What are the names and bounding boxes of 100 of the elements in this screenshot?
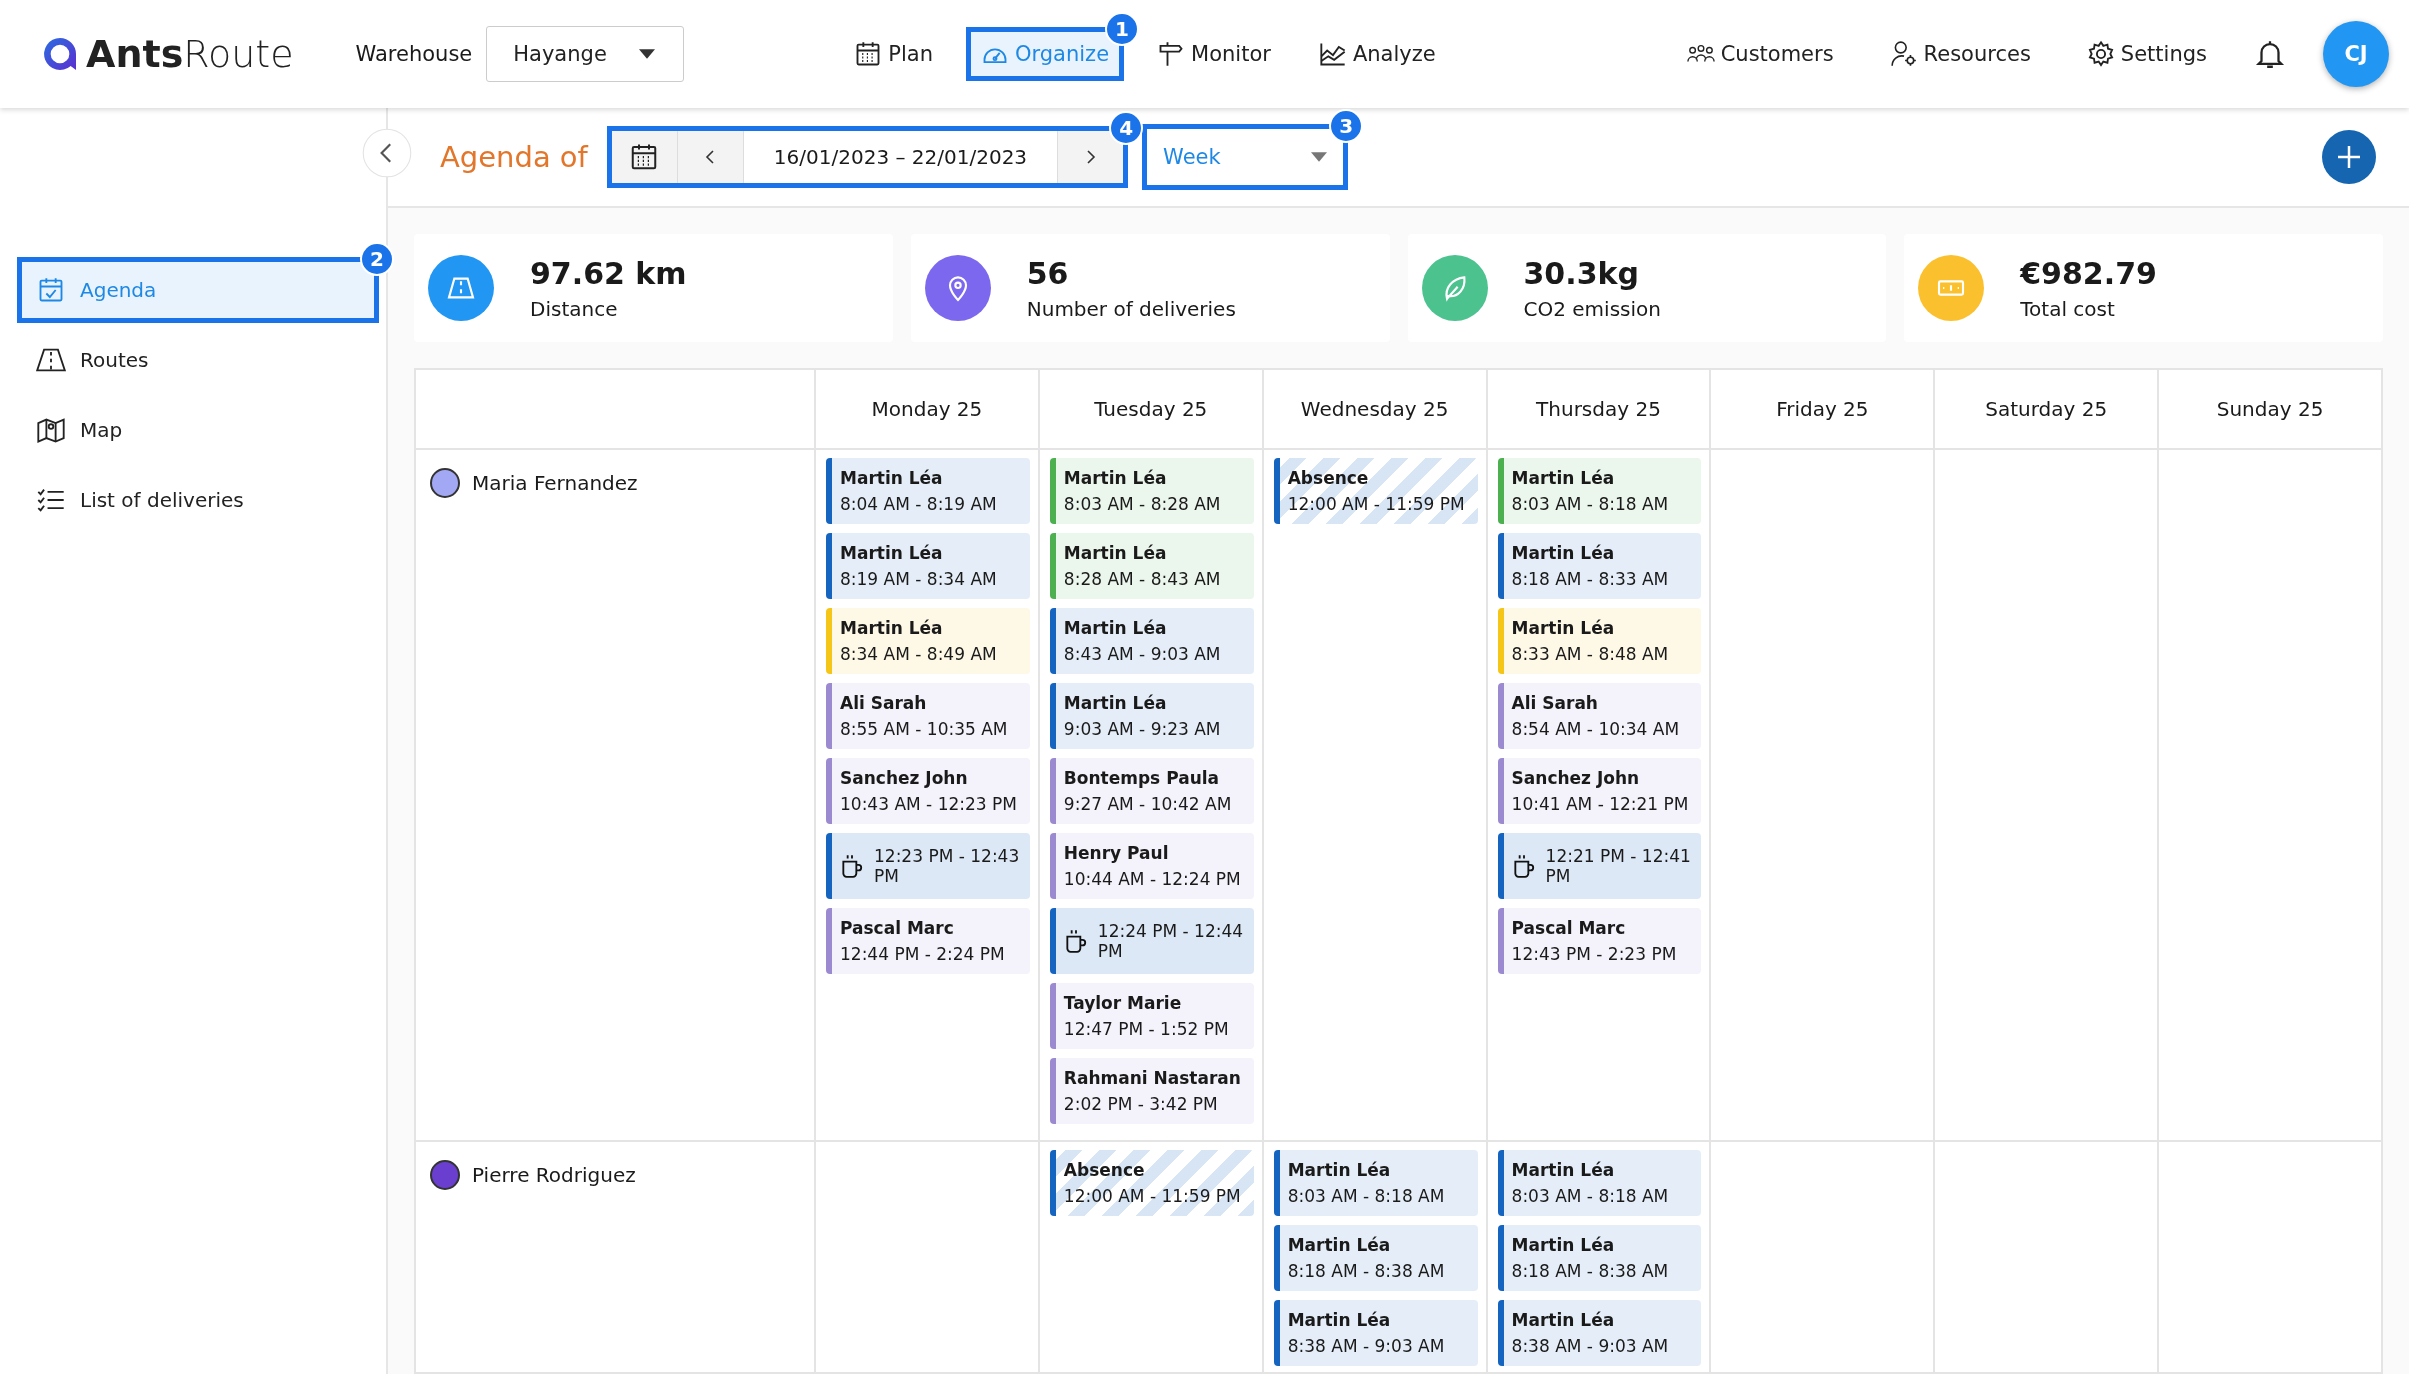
- delivery-event[interactable]: Martin Léa 8:19 AM - 8:34 AM: [826, 533, 1030, 599]
- delivery-event[interactable]: Pascal Marc 12:44 PM - 2:24 PM: [826, 908, 1030, 974]
- delivery-event[interactable]: Martin Léa 9:03 AM - 9:23 AM: [1049, 683, 1254, 749]
- resource-name: Maria Fernandez: [472, 470, 638, 497]
- nav-link[interactable]: Resources: [1879, 32, 2041, 76]
- delivery-event[interactable]: Rahmani Nastaran 2:02 PM - 3:42 PM: [1049, 1058, 1254, 1124]
- customer-name: Martin Léa: [840, 543, 944, 563]
- delivery-event[interactable]: Sanchez John 10:41 AM - 12:21 PM: [1497, 758, 1702, 824]
- day-header: Tuesday 25: [1094, 397, 1208, 421]
- customer-name: Martin Léa: [1063, 693, 1168, 713]
- delivery-event[interactable]: Martin Léa 8:38 AM - 9:03 AM: [1497, 1300, 1702, 1366]
- person-gear-icon: [1889, 40, 1918, 68]
- chevron-right-icon: [1085, 149, 1096, 165]
- customer-name: Ali Sarah: [1511, 693, 1599, 713]
- delivery-event[interactable]: Martin Léa 8:03 AM - 8:18 AM: [1497, 1150, 1702, 1216]
- customer-name: Pascal Marc: [1511, 918, 1627, 938]
- day-header: Sunday 25: [2216, 397, 2324, 421]
- delivery-event[interactable]: Martin Léa 8:18 AM - 8:33 AM: [1497, 533, 1702, 599]
- customer-name: Martin Léa: [1511, 1235, 1616, 1255]
- sidebar-item[interactable]: Map: [22, 402, 374, 458]
- absence-label: Absence: [1287, 468, 1370, 488]
- sidebar-item[interactable]: Routes: [22, 332, 374, 388]
- delivery-event[interactable]: Henry Paul 10:44 AM - 12:24 PM: [1049, 833, 1254, 899]
- event-time: 8:04 AM - 8:19 AM: [840, 494, 998, 514]
- delivery-event[interactable]: Martin Léa 8:28 AM - 8:43 AM: [1049, 533, 1254, 599]
- chevron-left-icon: [705, 149, 716, 165]
- warehouse-dropdown[interactable]: Hayange: [486, 26, 685, 82]
- customer-name: Henry Paul: [1063, 843, 1170, 863]
- delivery-event[interactable]: Pascal Marc 12:43 PM - 2:23 PM: [1497, 908, 1702, 974]
- delivery-event[interactable]: Bontemps Paula 9:27 AM - 10:42 AM: [1049, 758, 1254, 824]
- event-time: 8:18 AM - 8:38 AM: [1511, 1261, 1670, 1281]
- stat-label: Number of deliveries: [1026, 296, 1236, 321]
- event-time: 12:43 PM - 2:23 PM: [1511, 944, 1678, 964]
- absence-event[interactable]: Absence 12:00 AM - 11:59 PM: [1049, 1150, 1254, 1216]
- delivery-event[interactable]: Martin Léa 8:18 AM - 8:38 AM: [1273, 1225, 1478, 1291]
- delivery-event[interactable]: Martin Léa 8:43 AM - 9:03 AM: [1049, 608, 1254, 674]
- nav-link[interactable]: Settings: [2076, 32, 2217, 76]
- customer-name: Ali Sarah: [840, 693, 928, 713]
- customer-name: Martin Léa: [1287, 1310, 1392, 1330]
- event-time: 8:18 AM - 8:38 AM: [1287, 1261, 1446, 1281]
- checklist-icon: [36, 486, 66, 514]
- stat-value: 97.62 km: [530, 255, 687, 291]
- sidebar-item[interactable]: List of deliveries: [22, 472, 374, 528]
- agenda-title: Agenda of: [440, 140, 588, 174]
- caret-icon: [1311, 152, 1328, 162]
- event-time: 8:34 AM - 8:49 AM: [840, 644, 998, 664]
- nav-tab[interactable]: Monitor: [1147, 32, 1281, 76]
- event-time: 8:18 AM - 8:33 AM: [1511, 569, 1670, 589]
- event-time: 8:55 AM - 10:35 AM: [840, 719, 1009, 739]
- customer-name: Martin Léa: [840, 468, 944, 488]
- nav-link[interactable]: Customers: [1676, 32, 1844, 76]
- event-time: 12:24 PM - 12:44 PM: [1097, 921, 1245, 961]
- delivery-event[interactable]: Martin Léa 8:04 AM - 8:19 AM: [826, 458, 1030, 524]
- break-event[interactable]: 12:21 PM - 12:41 PM: [1497, 833, 1702, 899]
- day-header: Wednesday 25: [1300, 397, 1449, 421]
- caret-icon: [639, 49, 656, 59]
- event-time: 9:03 AM - 9:23 AM: [1063, 719, 1222, 739]
- day-header: Saturday 25: [1985, 397, 2108, 421]
- delivery-event[interactable]: Ali Sarah 8:55 AM - 10:35 AM: [826, 683, 1030, 749]
- event-time: 12:47 PM - 1:52 PM: [1063, 1019, 1230, 1039]
- day-header: Monday 25: [871, 397, 983, 421]
- nav-tab[interactable]: Plan: [844, 32, 943, 76]
- step-badge: 4: [1109, 111, 1144, 145]
- event-time: 9:27 AM - 10:42 AM: [1063, 794, 1233, 814]
- break-event[interactable]: 12:23 PM - 12:43 PM: [826, 833, 1030, 899]
- coffee-cup-icon: [1511, 853, 1536, 879]
- stat-value: 30.3kg: [1523, 255, 1640, 291]
- event-time: 8:38 AM - 9:03 AM: [1287, 1336, 1446, 1356]
- delivery-event[interactable]: Martin Léa 8:03 AM - 8:18 AM: [1497, 458, 1702, 524]
- break-event[interactable]: 12:24 PM - 12:44 PM: [1049, 908, 1254, 974]
- customer-name: Sanchez John: [840, 768, 969, 788]
- event-time: 10:44 AM - 12:24 PM: [1063, 869, 1242, 889]
- date-range[interactable]: 16/01/2023 – 22/01/2023: [743, 131, 1058, 183]
- map-icon: [36, 416, 66, 444]
- customer-name: Bontemps Paula: [1063, 768, 1221, 788]
- coffee-cup-icon: [840, 853, 864, 879]
- event-time: 10:41 AM - 12:21 PM: [1511, 794, 1690, 814]
- delivery-event[interactable]: Sanchez John 10:43 AM - 12:23 PM: [826, 758, 1030, 824]
- delivery-event[interactable]: Martin Léa 8:33 AM - 8:48 AM: [1497, 608, 1702, 674]
- add-button[interactable]: [2321, 129, 2377, 185]
- absence-event[interactable]: Absence 12:00 AM - 11:59 PM: [1273, 458, 1478, 524]
- delivery-event[interactable]: Martin Léa 8:38 AM - 9:03 AM: [1273, 1300, 1478, 1366]
- event-time: 8:03 AM - 8:18 AM: [1511, 1186, 1670, 1206]
- nav-tab[interactable]: Analyze: [1308, 32, 1446, 76]
- stat-label: Distance: [530, 296, 619, 321]
- customer-name: Martin Léa: [1063, 618, 1168, 638]
- customer-name: Martin Léa: [1287, 1235, 1392, 1255]
- delivery-event[interactable]: Martin Léa 8:18 AM - 8:38 AM: [1497, 1225, 1702, 1291]
- event-time: 8:43 AM - 9:03 AM: [1063, 644, 1222, 664]
- event-time: 12:21 PM - 12:41 PM: [1545, 846, 1692, 886]
- delivery-event[interactable]: Martin Léa 8:03 AM - 8:28 AM: [1049, 458, 1254, 524]
- event-time: 8:03 AM - 8:28 AM: [1063, 494, 1222, 514]
- delivery-event[interactable]: Ali Sarah 8:54 AM - 10:34 AM: [1497, 683, 1702, 749]
- day-header: Friday 25: [1776, 397, 1869, 421]
- delivery-event[interactable]: Taylor Marie 12:47 PM - 1:52 PM: [1049, 983, 1254, 1049]
- customer-name: Pascal Marc: [840, 918, 955, 938]
- delivery-event[interactable]: Martin Léa 8:34 AM - 8:49 AM: [826, 608, 1030, 674]
- delivery-event[interactable]: Martin Léa 8:03 AM - 8:18 AM: [1273, 1150, 1478, 1216]
- event-time: 8:03 AM - 8:18 AM: [1287, 1186, 1446, 1206]
- event-time: 8:28 AM - 8:43 AM: [1063, 569, 1222, 589]
